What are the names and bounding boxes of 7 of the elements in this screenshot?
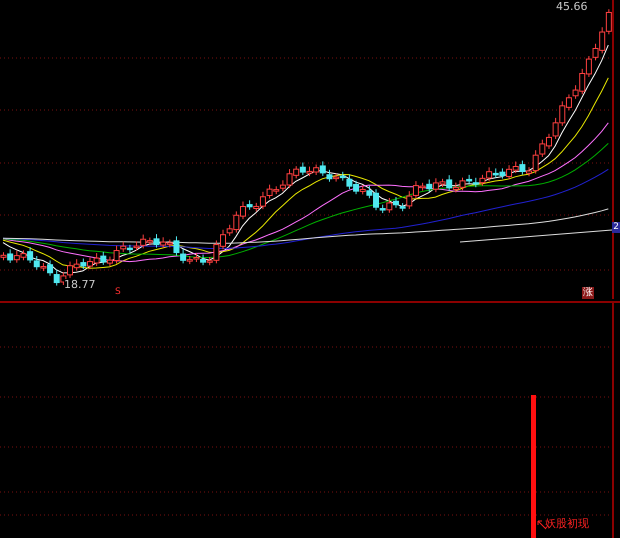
rise-marker: 涨: [582, 287, 594, 299]
axis-badge: 2: [612, 222, 620, 233]
high-price-label: 45.66: [556, 1, 588, 12]
signal-marker: S: [115, 288, 121, 297]
arrow-icon: [538, 520, 546, 530]
signal-label: 妖股初现: [545, 518, 589, 529]
low-price-label: 18.77: [64, 279, 96, 290]
